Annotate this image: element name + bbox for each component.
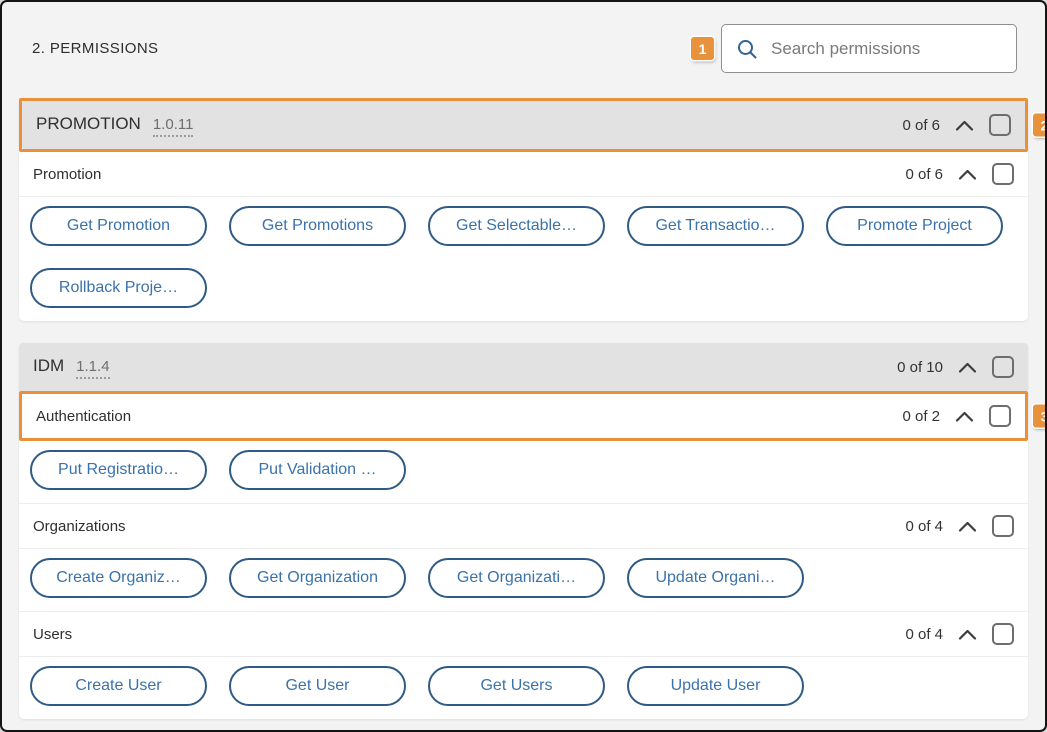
permission-button[interactable]: Create User	[30, 666, 207, 706]
selected-count: 0 of 6	[905, 166, 943, 183]
group-label: Authentication	[36, 408, 131, 425]
permission-group: Authentication 0 of 2 3 Put Registratio……	[19, 391, 1028, 503]
group-checkbox[interactable]	[992, 515, 1014, 537]
chevron-up-icon[interactable]	[958, 168, 977, 181]
section-header: PROMOTION 1.0.11 0 of 6	[22, 101, 1025, 149]
annotation-badge: 1	[691, 37, 714, 60]
chevron-up-icon[interactable]	[955, 410, 974, 423]
group-row-wrap: Authentication 0 of 2 3	[19, 391, 1028, 441]
permission-button[interactable]: Get Promotion	[30, 206, 207, 246]
permission-group: Organizations 0 of 4 Create Organiz… Get …	[19, 503, 1028, 611]
section-version[interactable]: 1.1.4	[76, 358, 109, 379]
group-row-wrap: Users 0 of 4	[19, 612, 1028, 657]
permission-button[interactable]: Update Organi…	[627, 558, 804, 598]
chevron-up-icon[interactable]	[958, 361, 977, 374]
permission-sections: PROMOTION 1.0.11 0 of 6 2 Promotion	[19, 98, 1028, 719]
permission-button[interactable]: Promote Project	[826, 206, 1003, 246]
section-header-wrap: IDM 1.1.4 0 of 10	[19, 343, 1028, 391]
permission-button[interactable]: Rollback Proje…	[30, 268, 207, 308]
selected-count: 0 of 2	[902, 408, 940, 425]
chevron-up-icon[interactable]	[958, 628, 977, 641]
topbar: 2. PERMISSIONS 1	[2, 2, 1045, 98]
search-area: 1	[691, 24, 1017, 73]
group-label: Organizations	[33, 518, 126, 535]
group-controls: 0 of 2	[902, 405, 1011, 427]
permission-group: Users 0 of 4 Create User Get User Get User…	[19, 611, 1028, 719]
search-box[interactable]	[721, 24, 1017, 73]
permission-button[interactable]: Get Selectable…	[428, 206, 605, 246]
section-checkbox[interactable]	[989, 114, 1011, 136]
chevron-up-icon[interactable]	[958, 520, 977, 533]
permissions-screen: 2. PERMISSIONS 1 PROMOTION 1.0.11	[0, 0, 1047, 732]
permission-button[interactable]: Update User	[627, 666, 804, 706]
group-row-wrap: Organizations 0 of 4	[19, 504, 1028, 549]
permission-list: Get Promotion Get Promotions Get Selectabl…	[19, 197, 1028, 321]
section-body: Authentication 0 of 2 3 Put Registratio……	[19, 391, 1028, 719]
annotation-badge: 2	[1033, 114, 1047, 137]
group-checkbox[interactable]	[992, 623, 1014, 645]
permission-button[interactable]: Get User	[229, 666, 406, 706]
permission-list: Create Organiz… Get Organization Get Organ…	[19, 549, 1028, 611]
section-title: IDM 1.1.4	[33, 356, 110, 379]
permission-button[interactable]: Get Transactio…	[627, 206, 804, 246]
permission-group: Promotion 0 of 6 Get PromotionGet Promot…	[19, 152, 1028, 321]
selected-count: 0 of 4	[905, 626, 943, 643]
section-controls: 0 of 6	[902, 114, 1011, 136]
chevron-up-icon[interactable]	[955, 119, 974, 132]
group-row: Promotion 0 of 6	[19, 152, 1028, 197]
selected-count: 0 of 6	[902, 117, 940, 134]
api-section-card: PROMOTION 1.0.11 0 of 6 2 Promotion	[19, 98, 1028, 321]
group-row: Authentication 0 of 2	[22, 394, 1025, 438]
selected-count: 0 of 4	[905, 518, 943, 535]
group-row: Users 0 of 4	[19, 612, 1028, 657]
group-label: Users	[33, 626, 72, 643]
search-icon	[736, 38, 758, 60]
group-checkbox[interactable]	[992, 163, 1014, 185]
section-header-wrap: PROMOTION 1.0.11 0 of 6 2	[19, 98, 1028, 152]
permission-button[interactable]: Get Organizati…	[428, 558, 605, 598]
permission-button[interactable]: Create Organiz…	[30, 558, 207, 598]
permission-button[interactable]: Get Organization	[229, 558, 406, 598]
section-controls: 0 of 10	[897, 356, 1014, 378]
permission-button[interactable]: Put Validation …	[229, 450, 406, 490]
group-controls: 0 of 4	[905, 623, 1014, 645]
group-label: Promotion	[33, 166, 101, 183]
section-header: IDM 1.1.4 0 of 10	[19, 343, 1028, 391]
api-section-card: IDM 1.1.4 0 of 10 Authentication	[19, 343, 1028, 719]
search-input[interactable]	[771, 39, 1002, 59]
section-version[interactable]: 1.0.11	[153, 116, 194, 137]
section-title: PROMOTION 1.0.11	[36, 114, 193, 137]
group-controls: 0 of 6	[905, 163, 1014, 185]
permission-button[interactable]: Get Promotions	[229, 206, 406, 246]
section-body: Promotion 0 of 6 Get PromotionGet Promot…	[19, 152, 1028, 321]
permission-button[interactable]: Put Registratio…	[30, 450, 207, 490]
permission-button[interactable]: Get Users	[428, 666, 605, 706]
section-name: PROMOTION	[36, 114, 141, 134]
section-checkbox[interactable]	[992, 356, 1014, 378]
group-row-wrap: Promotion 0 of 6	[19, 152, 1028, 197]
group-controls: 0 of 4	[905, 515, 1014, 537]
page-title: 2. PERMISSIONS	[32, 40, 158, 57]
annotation-badge: 3	[1033, 405, 1047, 428]
group-checkbox[interactable]	[989, 405, 1011, 427]
permission-list: Create User Get User Get Users Update User	[19, 657, 1028, 719]
selected-count: 0 of 10	[897, 359, 943, 376]
section-name: IDM	[33, 356, 64, 376]
permission-list: Put Registratio… Put Validation …	[19, 441, 1028, 503]
group-row: Organizations 0 of 4	[19, 504, 1028, 549]
